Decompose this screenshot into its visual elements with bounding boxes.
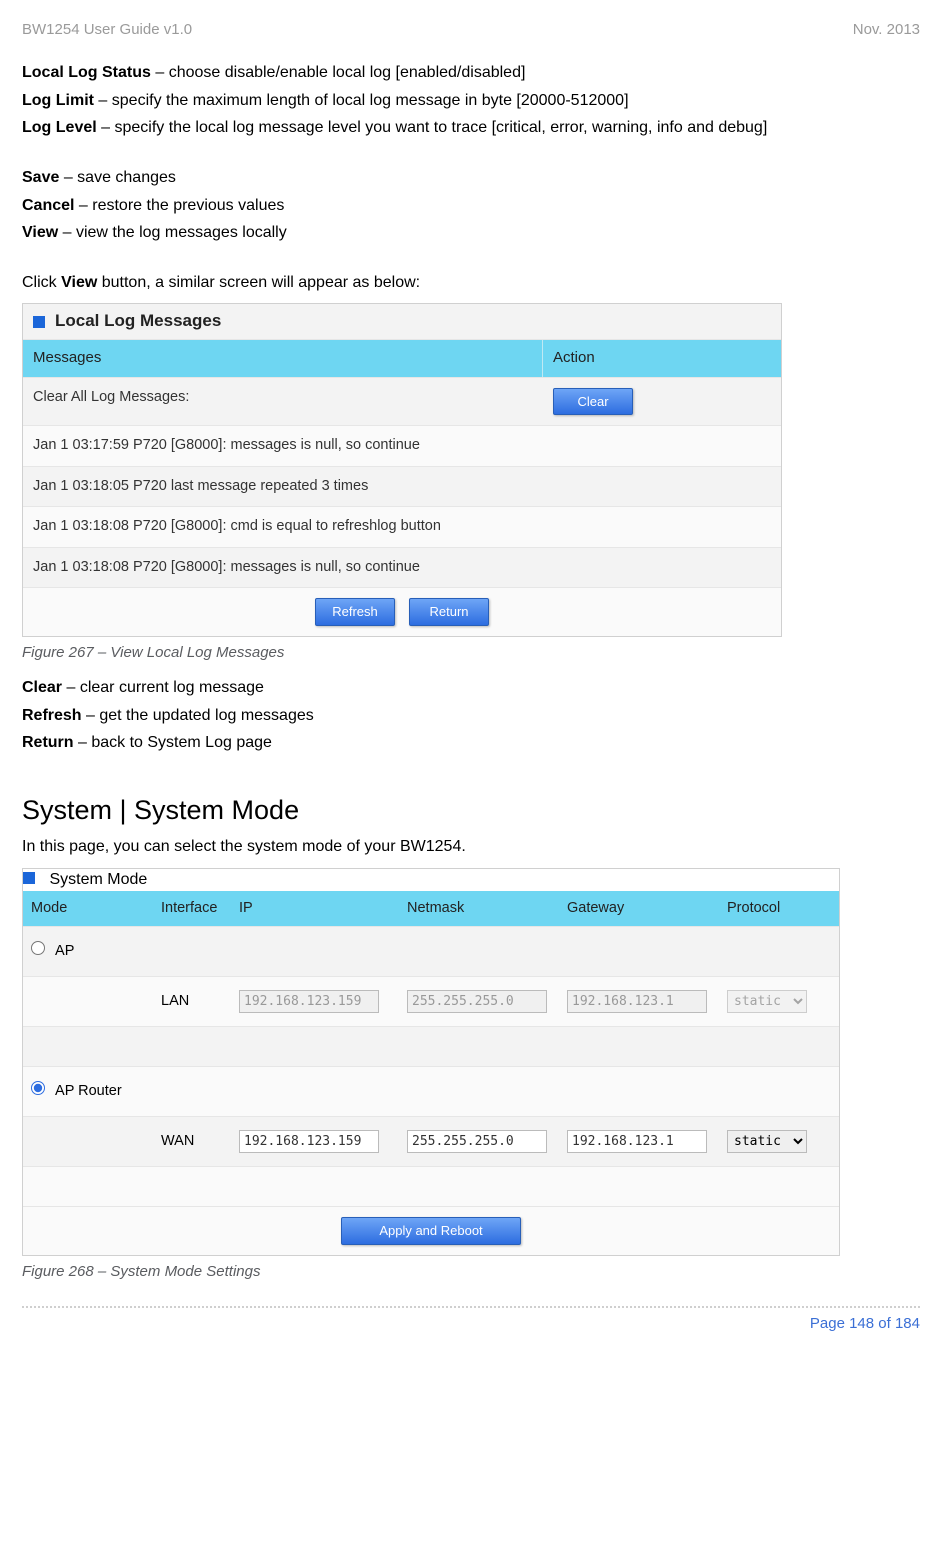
panel-icon [23, 872, 35, 884]
col-protocol: Protocol [719, 891, 839, 927]
ap-label: AP [55, 943, 74, 959]
col-gateway: Gateway [559, 891, 719, 927]
def-save: Save – save changes [22, 167, 920, 189]
apply-reboot-button[interactable]: Apply and Reboot [341, 1217, 521, 1245]
section-intro: In this page, you can select the system … [22, 836, 920, 858]
log-message: Jan 1 03:17:59 P720 [G8000]: messages is… [23, 426, 543, 466]
clear-button[interactable]: Clear [553, 388, 633, 416]
log-message: Jan 1 03:18:08 P720 [G8000]: cmd is equa… [23, 507, 543, 547]
log-button-bar: Refresh Return [23, 587, 781, 636]
footer-divider [22, 1306, 920, 1308]
mode-ap-row: AP [23, 926, 839, 976]
wan-ip-input[interactable] [239, 1130, 379, 1153]
log-message: Jan 1 03:18:08 P720 [G8000]: messages is… [23, 548, 543, 588]
def-local-log-status: Local Log Status – choose disable/enable… [22, 62, 920, 84]
click-view-pre: Click [22, 274, 61, 291]
panel-titlebar: System Mode [23, 869, 839, 891]
return-button[interactable]: Return [409, 598, 489, 626]
col-messages: Messages [23, 340, 543, 376]
lan-row: LAN static [23, 976, 839, 1026]
log-row: Jan 1 03:17:59 P720 [G8000]: messages is… [23, 425, 781, 466]
def-return: Return – back to System Log page [22, 732, 920, 754]
wan-iface: WAN [153, 1124, 231, 1160]
wan-row: WAN static [23, 1116, 839, 1166]
panel-titlebar: Local Log Messages [23, 304, 781, 340]
section-heading: System | System Mode [22, 792, 920, 828]
term-local-log-status: Local Log Status [22, 64, 151, 81]
mode-header-row: Mode Interface IP Netmask Gateway Protoc… [23, 891, 839, 927]
col-ip: IP [231, 891, 399, 927]
click-view-sentence: Click View button, a similar screen will… [22, 272, 920, 294]
figure-268-caption: Figure 268 – System Mode Settings [22, 1262, 920, 1282]
col-netmask: Netmask [399, 891, 559, 927]
clear-all-row: Clear All Log Messages: Clear [23, 377, 781, 426]
mode-button-bar: Apply and Reboot [23, 1206, 839, 1255]
term-clear: Clear [22, 679, 62, 696]
aprouter-label: AP Router [55, 1083, 122, 1099]
term-view: View [22, 224, 58, 241]
lan-ip-input[interactable] [239, 990, 379, 1013]
lan-gateway-input[interactable] [567, 990, 707, 1013]
lan-iface: LAN [153, 984, 231, 1020]
term-save: Save [22, 169, 59, 186]
text-view: – view the log messages locally [58, 224, 287, 241]
clear-all-label: Clear All Log Messages: [23, 378, 543, 426]
term-log-level: Log Level [22, 119, 97, 136]
wan-gateway-input[interactable] [567, 1130, 707, 1153]
text-log-limit: – specify the maximum length of local lo… [94, 92, 629, 109]
panel-title: Local Log Messages [55, 310, 221, 333]
term-return: Return [22, 734, 74, 751]
blank-row [23, 1026, 839, 1066]
mode-aprouter-row: AP Router [23, 1066, 839, 1116]
text-cancel: – restore the previous values [74, 197, 284, 214]
header-left: BW1254 User Guide v1.0 [22, 20, 192, 40]
blank-row [23, 1166, 839, 1206]
refresh-button[interactable]: Refresh [315, 598, 395, 626]
term-cancel: Cancel [22, 197, 74, 214]
def-clear: Clear – clear current log message [22, 677, 920, 699]
log-row: Jan 1 03:18:08 P720 [G8000]: cmd is equa… [23, 506, 781, 547]
header-right: Nov. 2013 [853, 20, 920, 40]
col-interface: Interface [153, 891, 231, 927]
click-view-post: button, a similar screen will appear as … [97, 274, 420, 291]
def-log-level: Log Level – specify the local log messag… [22, 117, 920, 139]
local-log-messages-panel: Local Log Messages Messages Action Clear… [22, 303, 782, 637]
log-message: Jan 1 03:18:05 P720 last message repeate… [23, 467, 543, 507]
def-refresh: Refresh – get the updated log messages [22, 705, 920, 727]
log-header-row: Messages Action [23, 340, 781, 376]
text-local-log-status: – choose disable/enable local log [enabl… [151, 64, 526, 81]
text-return: – back to System Log page [74, 734, 272, 751]
lan-netmask-input[interactable] [407, 990, 547, 1013]
text-save: – save changes [59, 169, 176, 186]
page-number: Page 148 of 184 [22, 1314, 920, 1334]
def-log-limit: Log Limit – specify the maximum length o… [22, 90, 920, 112]
text-refresh: – get the updated log messages [82, 707, 314, 724]
aprouter-radio[interactable] [31, 1081, 45, 1095]
panel-title: System Mode [49, 871, 147, 888]
lan-protocol-select[interactable]: static [727, 990, 807, 1013]
figure-267-caption: Figure 267 – View Local Log Messages [22, 643, 920, 663]
click-view-bold: View [61, 274, 97, 291]
log-row: Jan 1 03:18:08 P720 [G8000]: messages is… [23, 547, 781, 588]
col-mode: Mode [23, 891, 153, 927]
def-cancel: Cancel – restore the previous values [22, 195, 920, 217]
system-mode-panel: System Mode Mode Interface IP Netmask Ga… [22, 868, 840, 1256]
col-action: Action [543, 340, 781, 376]
text-log-level: – specify the local log message level yo… [97, 119, 768, 136]
wan-protocol-select[interactable]: static [727, 1130, 807, 1153]
panel-icon [33, 316, 45, 328]
ap-radio[interactable] [31, 941, 45, 955]
term-log-limit: Log Limit [22, 92, 94, 109]
def-view: View – view the log messages locally [22, 222, 920, 244]
page-header: BW1254 User Guide v1.0 Nov. 2013 [22, 20, 920, 40]
term-refresh: Refresh [22, 707, 82, 724]
wan-netmask-input[interactable] [407, 1130, 547, 1153]
text-clear: – clear current log message [62, 679, 264, 696]
log-row: Jan 1 03:18:05 P720 last message repeate… [23, 466, 781, 507]
